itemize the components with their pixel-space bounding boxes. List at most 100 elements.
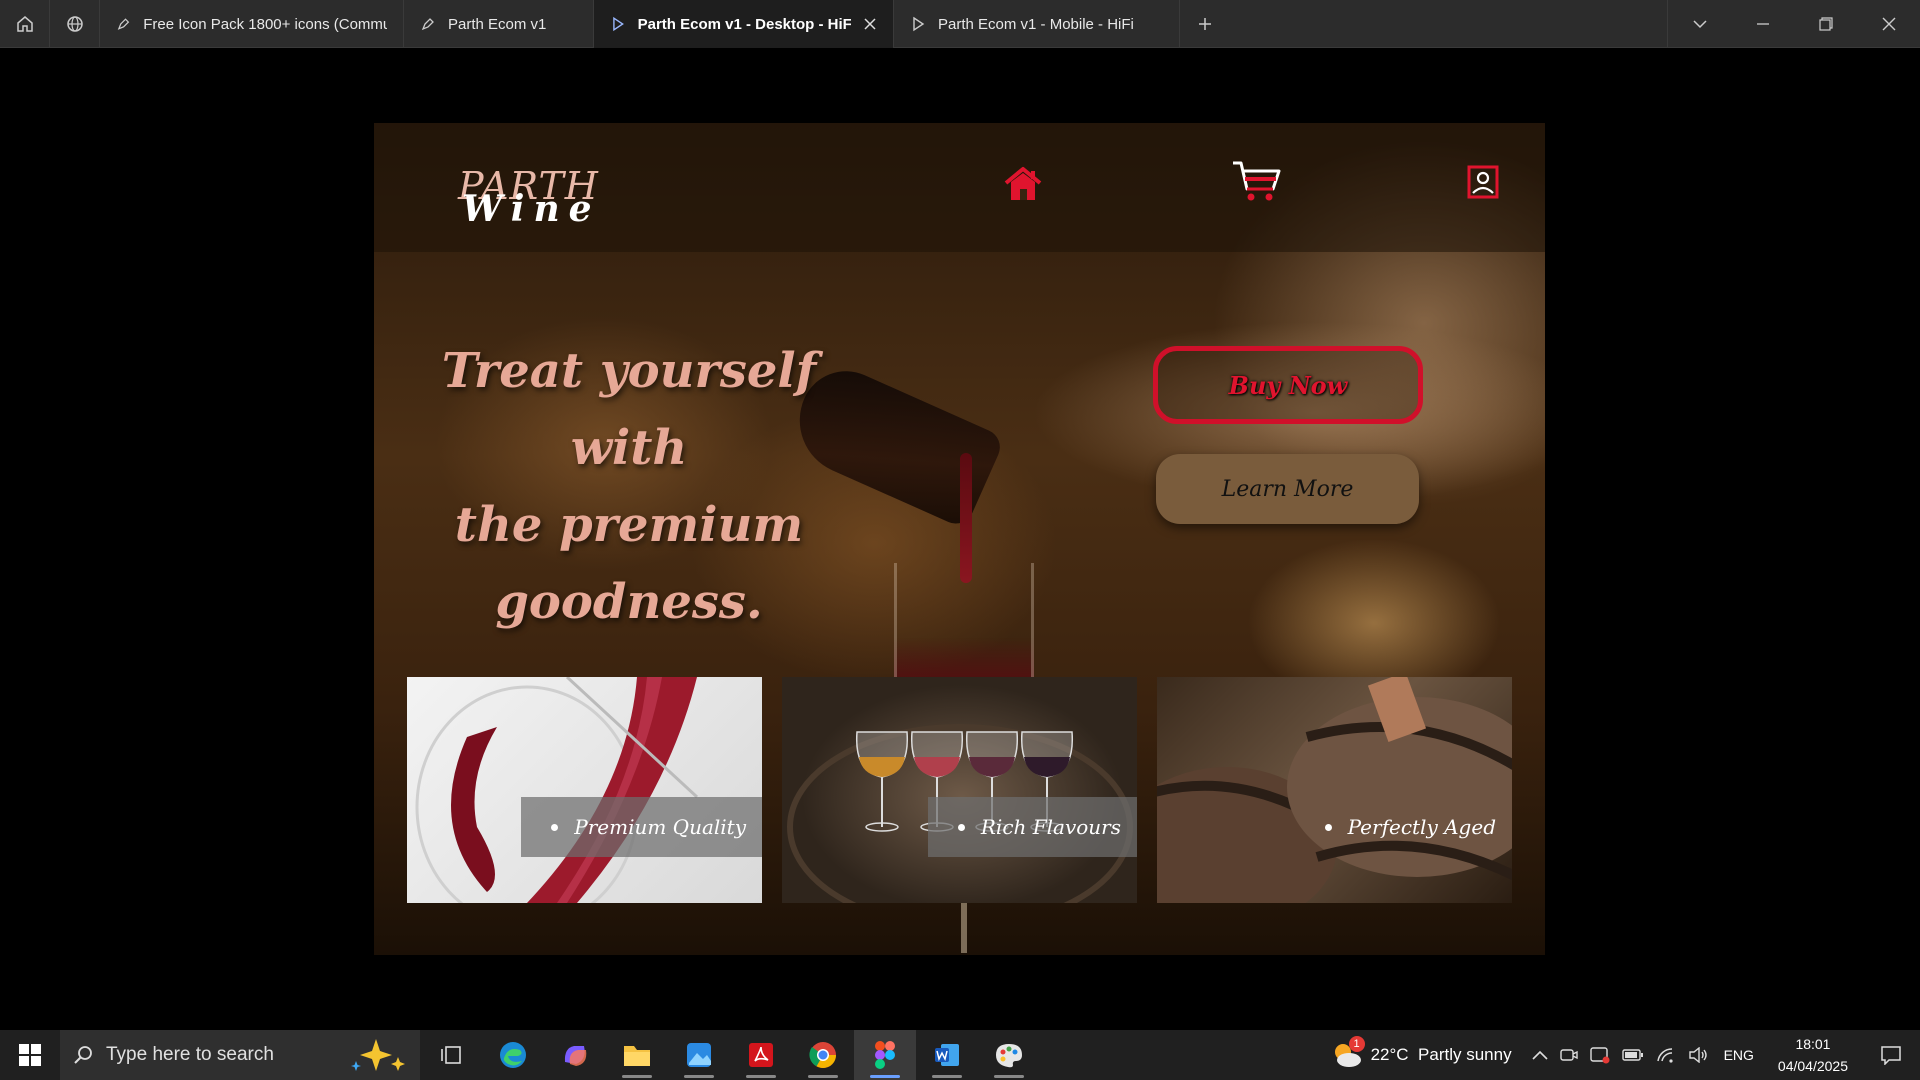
chevron-up-icon <box>1532 1050 1548 1060</box>
tab-label: Parth Ecom v1 <box>448 15 547 33</box>
tab-mobile-hifi[interactable]: Parth Ecom v1 - Mobile - HiFi <box>894 0 1180 48</box>
defender-button[interactable] <box>1584 1030 1616 1080</box>
weather-icon: 1 <box>1331 1036 1365 1070</box>
minimize-icon <box>1756 23 1769 25</box>
community-button[interactable] <box>50 0 100 48</box>
logo-text-bottom: Wine <box>462 188 601 230</box>
account-button[interactable] <box>1466 164 1500 200</box>
title-bar: Free Icon Pack 1800+ icons (Commun Parth… <box>0 0 1920 48</box>
chrome-app[interactable] <box>792 1030 854 1080</box>
user-profile-icon <box>1467 165 1499 199</box>
security-alert-icon <box>1589 1047 1610 1064</box>
restore-icon <box>1818 17 1833 31</box>
play-icon <box>613 16 624 32</box>
notifications-button[interactable] <box>1862 1030 1920 1080</box>
edge-app[interactable] <box>482 1030 544 1080</box>
search-placeholder: Type here to search <box>106 1044 274 1065</box>
start-button[interactable] <box>0 1030 60 1080</box>
new-tab-button[interactable] <box>1180 0 1230 48</box>
system-tray: 1 22°C Partly sunny ENG 18:01 04/04/2025 <box>1325 1030 1920 1080</box>
language-indicator[interactable]: ENG <box>1714 1030 1764 1080</box>
feature-card-perfectly-aged[interactable]: Perfectly Aged <box>1157 677 1512 903</box>
photos-icon <box>687 1043 711 1067</box>
close-icon <box>864 18 876 30</box>
hero-heading: Treat yourself with the premium goodness… <box>424 333 834 641</box>
tab-close-button[interactable] <box>863 17 877 31</box>
network-button[interactable] <box>1650 1030 1682 1080</box>
minimize-button[interactable] <box>1731 0 1794 48</box>
chrome-icon <box>809 1042 837 1069</box>
wine-barrels-illustration <box>1157 677 1512 903</box>
battery-button[interactable] <box>1616 1030 1650 1080</box>
volume-button[interactable] <box>1682 1030 1714 1080</box>
taskbar: Type here to search 1 22°C Partly sunny … <box>0 1030 1920 1080</box>
acrobat-app[interactable] <box>730 1030 792 1080</box>
figma-app[interactable] <box>854 1030 916 1080</box>
camera-icon <box>1559 1049 1578 1061</box>
figma-pen-icon <box>117 18 130 30</box>
home-button[interactable] <box>0 0 50 48</box>
show-hidden-icons-button[interactable] <box>1526 1030 1554 1080</box>
wifi-icon <box>1656 1048 1673 1063</box>
home-icon <box>16 16 33 32</box>
learn-more-button[interactable]: Learn More <box>1156 454 1419 524</box>
paint-app[interactable] <box>978 1030 1040 1080</box>
clock-date: 04/04/2025 <box>1777 1058 1848 1074</box>
play-icon <box>913 16 925 32</box>
bullet-icon <box>1324 823 1332 831</box>
feature-label: Rich Flavours <box>927 797 1137 857</box>
file-explorer-app[interactable] <box>606 1030 668 1080</box>
feature-card-premium-quality[interactable]: Premium Quality <box>407 677 762 903</box>
edge-icon <box>500 1042 526 1068</box>
feature-text: Premium Quality <box>574 815 746 839</box>
globe-icon <box>66 16 83 32</box>
wine-glasses-illustration <box>787 724 1133 903</box>
figma-icon <box>875 1041 895 1069</box>
buy-now-button[interactable]: Buy Now <box>1153 346 1423 424</box>
meet-now-button[interactable] <box>1554 1030 1584 1080</box>
figma-pen-icon <box>421 18 434 31</box>
word-app[interactable] <box>916 1030 978 1080</box>
feature-text: Rich Flavours <box>980 815 1121 839</box>
acrobat-icon <box>749 1043 773 1067</box>
weather-badge: 1 <box>1348 1036 1365 1052</box>
battery-icon <box>1621 1049 1643 1061</box>
cart-button[interactable] <box>1230 158 1282 204</box>
restore-button[interactable] <box>1794 0 1857 48</box>
tab-list-button[interactable] <box>1668 0 1731 48</box>
copilot-icon <box>564 1046 587 1066</box>
close-icon <box>1882 17 1895 31</box>
copilot-app[interactable] <box>544 1030 606 1080</box>
logo[interactable]: PARTH Wine <box>458 167 598 231</box>
clock[interactable]: 18:01 04/04/2025 <box>1764 1033 1862 1077</box>
close-window-button[interactable] <box>1857 0 1920 48</box>
feature-label: Perfectly Aged <box>1295 797 1512 857</box>
clock-time: 18:01 <box>1795 1036 1831 1052</box>
feature-card-rich-flavours[interactable]: Rich Flavours <box>782 677 1137 903</box>
hero-line: Treat yourself with <box>441 343 817 476</box>
weather-text: 22°C Partly sunny <box>1370 1045 1512 1064</box>
windows-logo-icon <box>19 1044 41 1066</box>
bullet-icon <box>957 823 965 831</box>
prototype-canvas: PARTH Wine Treat yourself with the premi… <box>0 49 1920 1030</box>
hero-line: goodness. <box>495 574 763 630</box>
tab-label: Free Icon Pack 1800+ icons (Commun <box>143 15 387 33</box>
taskbar-search[interactable]: Type here to search <box>60 1030 420 1080</box>
desktop-frame: PARTH Wine Treat yourself with the premi… <box>374 123 1545 955</box>
weather-widget[interactable]: 1 22°C Partly sunny <box>1325 1030 1526 1080</box>
task-view-button[interactable] <box>420 1030 482 1080</box>
tab-free-icon-pack[interactable]: Free Icon Pack 1800+ icons (Commun <box>100 0 404 48</box>
photos-app[interactable] <box>668 1030 730 1080</box>
bullet-icon <box>551 823 559 831</box>
tab-parth-ecom[interactable]: Parth Ecom v1 <box>404 0 594 48</box>
tab-label: Parth Ecom v1 - Desktop - HiFi <box>637 15 851 33</box>
home-nav-button[interactable] <box>1003 164 1043 204</box>
sparkle-icon <box>351 1039 405 1071</box>
chevron-down-icon <box>1692 20 1707 29</box>
speaker-icon <box>1688 1047 1707 1063</box>
word-icon <box>935 1044 959 1066</box>
notification-icon <box>1881 1046 1901 1065</box>
search-icon <box>74 1046 92 1064</box>
tab-desktop-hifi[interactable]: Parth Ecom v1 - Desktop - HiFi <box>594 0 894 48</box>
task-view-icon <box>441 1046 461 1064</box>
